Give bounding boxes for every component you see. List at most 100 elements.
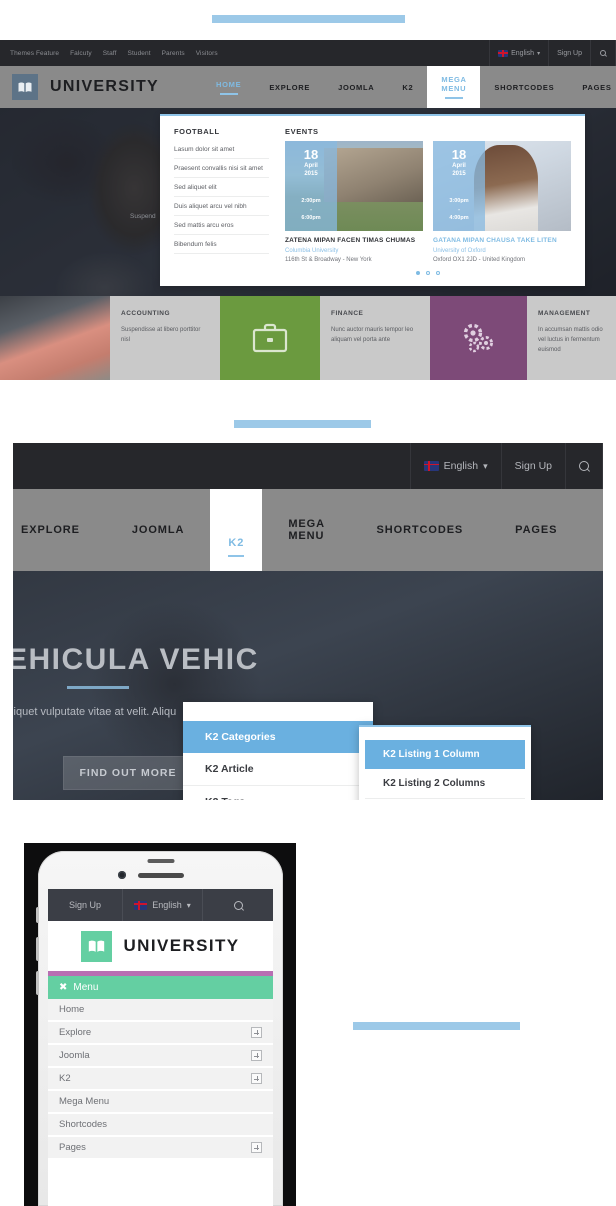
decorative-bar-middle: [234, 420, 371, 428]
pager-dot-3[interactable]: [436, 271, 440, 275]
dropdown-item-k2-listing-3-columns[interactable]: K2 Listing 3 Columns: [365, 799, 525, 800]
phone-volume-down-button: [36, 971, 39, 995]
feature-card-accounting[interactable]: ACCOUNTING Suspendisse at libero porttit…: [110, 296, 220, 380]
utility-link-parents[interactable]: Parents: [162, 50, 185, 57]
signup-link[interactable]: Sign Up: [548, 40, 590, 66]
close-icon: ✖: [59, 982, 68, 993]
expand-plus-icon[interactable]: [251, 1142, 262, 1153]
main-navigation-bar: EXPLORE JOOMLA K2 MEGA MENU SHORTCODES P…: [13, 489, 603, 571]
utility-link-staff[interactable]: Staff: [103, 50, 117, 57]
mega-football-item[interactable]: Sed aliquet elit: [174, 178, 269, 197]
event-organization[interactable]: University of Oxford: [433, 248, 571, 254]
menu-label: Shortcodes: [59, 1119, 108, 1130]
event-year: 2015: [452, 171, 466, 177]
dropdown-item-k2-listing-1-column[interactable]: K2 Listing 1 Column: [365, 740, 525, 769]
nav-item-pages[interactable]: PAGES: [489, 489, 583, 571]
dropdown-item-k2-listing-2-columns[interactable]: K2 Listing 2 Columns: [365, 769, 525, 799]
mobile-menu-item-shortcodes[interactable]: Shortcodes: [48, 1114, 273, 1137]
utility-topbar: Themes Feature Falcuty Staff Student Par…: [0, 40, 616, 66]
event-card[interactable]: 18 April 2015 3:00pm - 4:00pm GATANA MIP…: [433, 141, 571, 263]
brand-logo[interactable]: UNIVERSITY: [0, 74, 159, 100]
dropdown-item-k2-categories[interactable]: K2 Categories: [183, 721, 373, 753]
dropdown-item-k2-article[interactable]: K2 Article: [183, 753, 373, 786]
mobile-menu-item-home[interactable]: Home: [48, 999, 273, 1022]
nav-label: MEGA MENU: [441, 75, 467, 93]
nav-item-joomla[interactable]: JOOMLA: [324, 66, 388, 108]
mobile-utility-topbar: Sign Up English ▾: [48, 889, 273, 921]
nav-item-mega-menu[interactable]: MEGA MENU: [262, 489, 350, 571]
nav-item-shortcodes[interactable]: SHORTCODES: [351, 489, 490, 571]
nav-item-k2[interactable]: K2: [388, 66, 427, 108]
event-title[interactable]: ZATENA MIPAN FACEN TIMAS CHUMAS: [285, 237, 423, 244]
event-card[interactable]: 18 April 2015 2:00pm - 6:00pm ZATENA MIP…: [285, 141, 423, 263]
nav-item-mega-menu[interactable]: MEGA MENU: [427, 66, 481, 108]
hero-caption: Suspend: [130, 213, 156, 220]
menu-label: Home: [59, 1004, 85, 1015]
feature-card-briefcase[interactable]: [220, 296, 320, 380]
mobile-menu-item-pages[interactable]: Pages: [48, 1137, 273, 1160]
mega-football-item[interactable]: Duis aliquet arcu vel nibh: [174, 197, 269, 216]
phone-speaker: [137, 873, 184, 878]
feature-photo: [0, 296, 110, 380]
nav-label: HOME: [216, 79, 242, 89]
mobile-menu-item-k2[interactable]: K2: [48, 1068, 273, 1091]
expand-plus-icon[interactable]: [251, 1027, 262, 1038]
search-button[interactable]: [590, 40, 616, 66]
event-title[interactable]: GATANA MIPAN CHAUSA TAKE LITEN: [433, 237, 571, 244]
phone-screen: Sign Up English ▾ UNIVERSITY ✖ Menu Home…: [48, 889, 273, 1206]
language-switcher[interactable]: English ▾: [489, 40, 548, 66]
mobile-menu-header[interactable]: ✖ Menu: [48, 976, 273, 999]
mobile-brand-logo[interactable]: UNIVERSITY: [48, 921, 273, 971]
expand-plus-icon[interactable]: [251, 1050, 262, 1061]
mobile-menu-item-explore[interactable]: Explore: [48, 1022, 273, 1045]
hero-divider: [67, 686, 129, 689]
find-out-more-button[interactable]: FIND OUT MORE: [63, 756, 193, 790]
language-switcher[interactable]: English ▾: [409, 443, 501, 489]
utility-link-student[interactable]: Student: [128, 50, 151, 57]
events-carousel-pager: [285, 271, 571, 275]
mega-football-item[interactable]: Bibendum felis: [174, 235, 269, 254]
feature-card-gears[interactable]: [430, 296, 527, 380]
nav-label: K2: [402, 82, 414, 92]
mega-football-item[interactable]: Praesent convallis nisi sit amet: [174, 159, 269, 178]
nav-item-k2[interactable]: K2: [210, 489, 263, 571]
utility-link-visitors[interactable]: Visitors: [196, 50, 218, 57]
expand-plus-icon[interactable]: [251, 1073, 262, 1084]
book-icon: [81, 930, 113, 962]
chevron-down-icon: ▾: [483, 460, 488, 471]
nav-item-explore[interactable]: EXPLORE: [13, 489, 106, 571]
k2-dropdown-level2: K2 Listing 1 Column K2 Listing 2 Columns…: [359, 725, 531, 800]
nav-label: SHORTCODES: [376, 524, 464, 536]
nav-item-pages[interactable]: PAGES: [568, 66, 616, 108]
nav-label: K2: [228, 536, 245, 549]
event-address: 116th St & Broadway - New York: [285, 257, 372, 263]
mobile-search-button[interactable]: [203, 889, 273, 921]
nav-item-explore[interactable]: EXPLORE: [255, 66, 324, 108]
nav-item-joomla[interactable]: JOOMLA: [106, 489, 210, 571]
pager-dot-1[interactable]: [416, 271, 420, 275]
mega-football-item[interactable]: Sed mattis arcu eros: [174, 216, 269, 235]
event-day: 18: [451, 147, 467, 162]
feature-card-finance[interactable]: FINANCE Nunc auctor mauris tempor leo al…: [320, 296, 430, 380]
mobile-signup-link[interactable]: Sign Up: [48, 889, 123, 921]
nav-item-home[interactable]: HOME: [202, 66, 255, 108]
search-button[interactable]: [565, 443, 603, 489]
mobile-language-switcher[interactable]: English ▾: [123, 889, 203, 921]
screenshot-page: Themes Feature Falcuty Staff Student Par…: [0, 0, 616, 1206]
nav-item-shortcodes[interactable]: SHORTCODES: [480, 66, 568, 108]
event-image: 18 April 2015 3:00pm - 4:00pm: [433, 141, 571, 231]
desktop-k2-dropdown-panel: English ▾ Sign Up EXPLORE JOOMLA K2 MEGA…: [13, 443, 603, 800]
utility-link-falcuty[interactable]: Falcuty: [70, 50, 92, 57]
signup-link[interactable]: Sign Up: [500, 443, 565, 489]
hero-banner: EHICULA VEHIC aliquet vulputate vitae at…: [13, 571, 603, 800]
event-time: 3:00pm - 4:00pm: [449, 198, 469, 222]
mobile-menu-item-joomla[interactable]: Joomla: [48, 1045, 273, 1068]
nav-item-kunena[interactable]: KUNENA: [583, 489, 603, 571]
feature-card-management[interactable]: MANAGEMENT In accumsan mattis odio vel l…: [527, 296, 616, 380]
mobile-menu-item-mega-menu[interactable]: Mega Menu: [48, 1091, 273, 1114]
event-organization[interactable]: Columbia University: [285, 248, 423, 254]
utility-link-themes-feature[interactable]: Themes Feature: [10, 50, 59, 57]
pager-dot-2[interactable]: [426, 271, 430, 275]
dropdown-item-k2-tags[interactable]: K2 Tags: [183, 786, 373, 800]
mega-football-item[interactable]: Lasum dolor sit amet: [174, 140, 269, 159]
